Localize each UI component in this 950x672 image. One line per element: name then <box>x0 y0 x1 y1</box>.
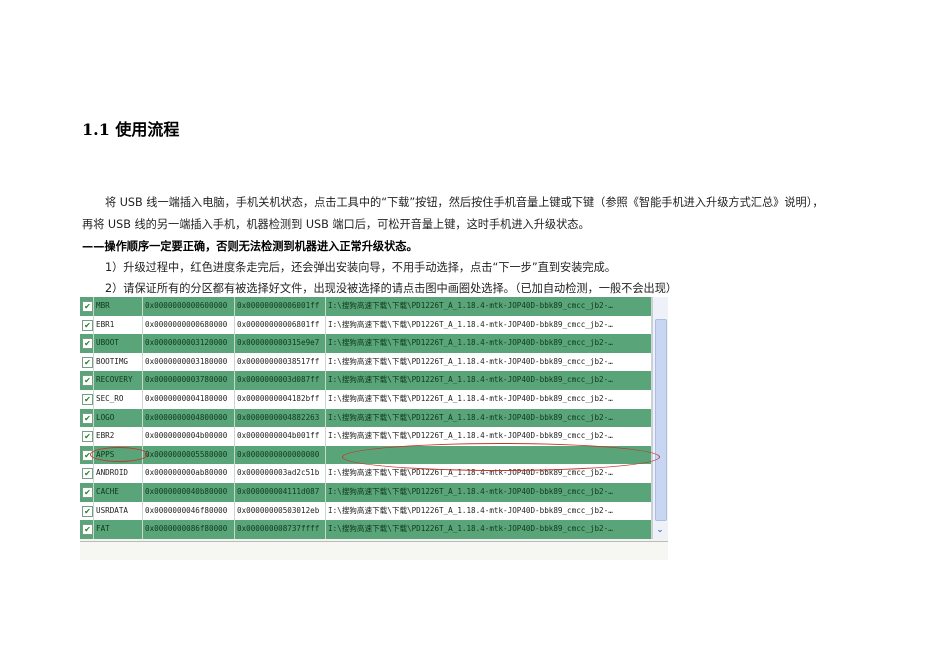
table-row[interactable]: ✔ FAT 0x0000000086f80000 0x000000008737f… <box>80 520 652 539</box>
partition-name: LOGO <box>94 408 143 428</box>
checkbox[interactable]: ✔ <box>82 375 93 387</box>
paragraph-1: 将 USB 线一端插入电脑，手机关机状态，点击工具中的“下载”按钮，然后按住手机… <box>105 196 824 209</box>
checkbox-cell[interactable]: ✔ <box>80 315 94 335</box>
file-path[interactable]: I:\搜狗高速下载\下载\PD1226T_A_1.18.4-mtk-JOP40D… <box>326 297 652 316</box>
checkbox[interactable]: ✔ <box>82 431 93 443</box>
table-row[interactable]: ✔ USRDATA 0x0000000046f80000 0x000000005… <box>80 501 652 521</box>
checkbox[interactable]: ✔ <box>82 338 93 350</box>
table-row[interactable]: ✔ RECOVERY 0x0000000003780000 0x00000000… <box>80 371 652 390</box>
step-2: 2）请保证所有的分区都有被选择好文件，出现没被选择的请点击图中画圈处选择。（已加… <box>105 282 678 295</box>
start-address: 0x0000000005580000 <box>143 445 235 465</box>
file-path[interactable]: I:\搜狗高速下载\下载\PD1226T_A_1.18.4-mtk-JOP40D… <box>326 352 652 372</box>
checkbox-cell[interactable]: ✔ <box>80 297 94 316</box>
table-row[interactable]: ✔ EBR1 0x0000000000680000 0x000000000068… <box>80 315 652 335</box>
table-row[interactable]: ✔ UBOOT 0x0000000003120000 0x00000000031… <box>80 334 652 353</box>
start-address: 0x0000000003120000 <box>143 334 235 353</box>
checkbox-cell[interactable]: ✔ <box>80 464 94 483</box>
checkbox-cell[interactable]: ✔ <box>80 520 94 539</box>
end-address: 0x000000004111d087 <box>235 483 326 502</box>
checkbox-cell[interactable]: ✔ <box>80 408 94 428</box>
file-path[interactable]: I:\搜狗高速下载\下载\PD1226T_A_1.18.4-mtk-JOP40D… <box>326 483 652 502</box>
start-address: 0x0000000004180000 <box>143 390 235 409</box>
partition-name: USRDATA <box>94 501 143 521</box>
table-row[interactable]: ✔ CACHE 0x0000000040b80000 0x00000000411… <box>80 483 652 502</box>
step-1: 1）升级过程中，红色进度条走完后，还会弹出安装向导，不用手动选择，点击“下一步”… <box>105 261 616 274</box>
scrollbar-thumb[interactable] <box>655 319 667 521</box>
start-address: 0x0000000000600000 <box>143 297 235 316</box>
checkbox-cell[interactable]: ✔ <box>80 483 94 502</box>
checkbox-cell[interactable]: ✔ <box>80 390 94 409</box>
checkbox[interactable]: ✔ <box>82 487 93 498</box>
start-address: 0x0000000086f80000 <box>143 520 235 539</box>
partition-table-screenshot: ✔ MBR 0x0000000000600000 0x0000000000600… <box>80 297 668 560</box>
vertical-scrollbar[interactable]: ⌄ <box>652 297 667 539</box>
end-address: 0x000000008737ffff <box>235 520 326 539</box>
table-row[interactable]: ✔ SEC_RO 0x0000000004180000 0x0000000004… <box>80 390 652 409</box>
end-address: 0x0000000000000000 <box>235 445 326 465</box>
partition-name: ANDROID <box>94 464 143 483</box>
end-address: 0x0000000003d087ff <box>235 371 326 390</box>
checkbox[interactable]: ✔ <box>82 505 93 517</box>
file-path[interactable]: I:\搜狗高速下载\下载\PD1226T_A_1.18.4-mtk-JOP40D… <box>326 501 652 521</box>
end-address: 0x0000000004182bff <box>235 390 326 409</box>
end-address: 0x000000003ad2c51b <box>235 464 326 483</box>
checkbox[interactable]: ✔ <box>82 412 93 424</box>
end-address: 0x00000000006801ff <box>235 315 326 335</box>
highlight-circle-apps <box>90 447 148 462</box>
start-address: 0x0000000046f80000 <box>143 501 235 521</box>
section-heading: 1.1 使用流程 <box>82 120 180 139</box>
partition-name: FAT <box>94 520 143 539</box>
partition-name: RECOVERY <box>94 371 143 390</box>
file-path[interactable]: I:\搜狗高速下载\下载\PD1226T_A_1.18.4-mtk-JOP40D… <box>326 315 652 335</box>
checkbox-cell[interactable]: ✔ <box>80 501 94 521</box>
table-row[interactable]: ✔ EBR2 0x0000000004b00000 0x0000000004b0… <box>80 427 652 446</box>
warning-text: ——操作顺序一定要正确，否则无法检测到机器进入正常升级状态。 <box>82 240 418 253</box>
file-path[interactable]: I:\搜狗高速下载\下载\PD1226T_A_1.18.4-mtk-JOP40D… <box>326 334 652 353</box>
file-path[interactable]: I:\搜狗高速下载\下载\PD1226T_A_1.18.4-mtk-JOP40D… <box>326 520 652 539</box>
end-address: 0x0000000004b001ff <box>235 427 326 446</box>
file-path[interactable]: I:\搜狗高速下载\下载\PD1226T_A_1.18.4-mtk-JOP40D… <box>326 390 652 409</box>
checkbox[interactable]: ✔ <box>82 468 93 480</box>
start-address: 0x0000000003780000 <box>143 371 235 390</box>
partition-name: CACHE <box>94 483 143 502</box>
checkbox[interactable]: ✔ <box>82 356 93 368</box>
end-address: 0x00000000006001ff <box>235 297 326 316</box>
document-page: 1.1 使用流程 将 USB 线一端插入电脑，手机关机状态，点击工具中的“下载”… <box>0 0 950 672</box>
checkbox[interactable]: ✔ <box>82 394 93 405</box>
table-row[interactable]: ✔ LOGO 0x0000000004800000 0x000000000488… <box>80 408 652 428</box>
partition-name: SEC_RO <box>94 390 143 409</box>
end-address: 0x000000000315e9e7 <box>235 334 326 353</box>
end-address: 0x0000000004882263 <box>235 408 326 428</box>
checkbox[interactable]: ✔ <box>82 301 93 312</box>
checkbox-cell[interactable]: ✔ <box>80 334 94 353</box>
start-address: 0x000000000ab80000 <box>143 464 235 483</box>
partition-name: MBR <box>94 297 143 316</box>
checkbox[interactable]: ✔ <box>82 319 93 331</box>
table-row[interactable]: ✔ MBR 0x0000000000600000 0x0000000000600… <box>80 297 652 316</box>
end-address: 0x00000000038517ff <box>235 352 326 372</box>
file-path[interactable]: I:\搜狗高速下载\下载\PD1226T_A_1.18.4-mtk-JOP40D… <box>326 408 652 428</box>
checkbox-cell[interactable]: ✔ <box>80 371 94 390</box>
start-address: 0x0000000000680000 <box>143 315 235 335</box>
checkbox-cell[interactable]: ✔ <box>80 427 94 446</box>
start-address: 0x0000000003180000 <box>143 352 235 372</box>
start-address: 0x0000000004b00000 <box>143 427 235 446</box>
partition-name: EBR2 <box>94 427 143 446</box>
status-bar <box>80 541 668 560</box>
scroll-down-icon[interactable]: ⌄ <box>654 525 666 537</box>
partition-name: EBR1 <box>94 315 143 335</box>
start-address: 0x0000000004800000 <box>143 408 235 428</box>
checkbox-cell[interactable]: ✔ <box>80 352 94 372</box>
checkbox[interactable]: ✔ <box>82 524 93 536</box>
file-path[interactable]: I:\搜狗高速下载\下载\PD1226T_A_1.18.4-mtk-JOP40D… <box>326 371 652 390</box>
start-address: 0x0000000040b80000 <box>143 483 235 502</box>
partition-name: UBOOT <box>94 334 143 353</box>
partition-name: BOOTIMG <box>94 352 143 372</box>
highlight-circle-path <box>342 443 660 471</box>
paragraph-2: 再将 USB 线的另一端插入手机，机器检测到 USB 端口后，可松开音量上键，这… <box>82 218 590 231</box>
end-address: 0x00000000503012eb <box>235 501 326 521</box>
table-row[interactable]: ✔ BOOTIMG 0x0000000003180000 0x000000000… <box>80 352 652 372</box>
